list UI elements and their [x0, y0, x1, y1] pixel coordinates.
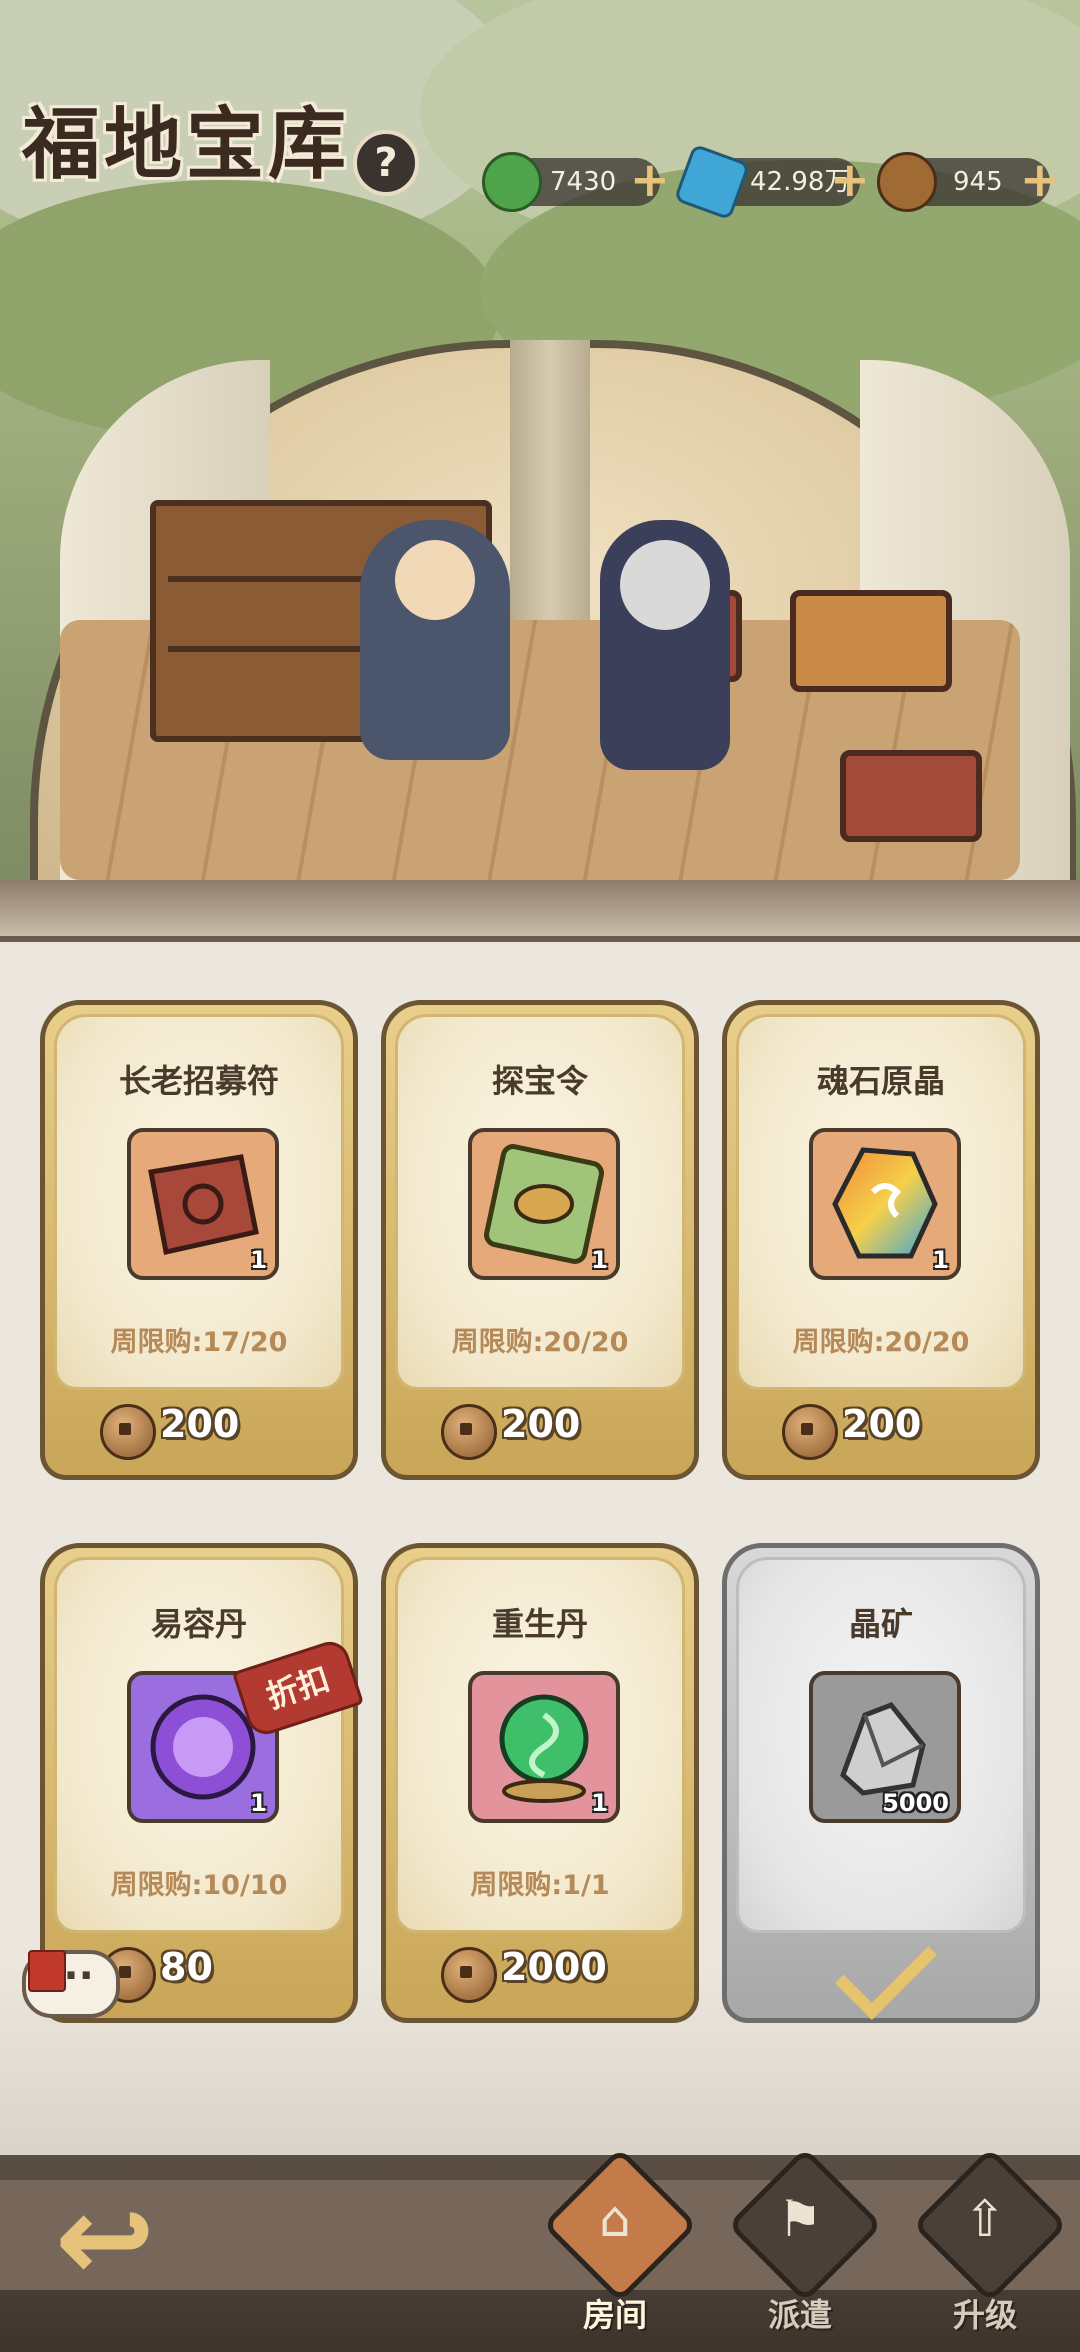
item-name: 易容丹: [150, 1605, 247, 1643]
add-crystal-button[interactable]: +: [830, 154, 870, 206]
item-quantity: 5000: [882, 1789, 949, 1817]
price-row: 200: [40, 1392, 358, 1462]
weekly-limit: 周限购:17/20: [110, 1327, 288, 1358]
stone-pillar: [510, 340, 590, 640]
item-name: 重生丹: [491, 1605, 588, 1643]
item-quantity: 1: [250, 1246, 267, 1274]
elder-face: [395, 540, 475, 620]
resource-value: 7430: [550, 167, 617, 197]
crystal-ore-icon: 5000: [809, 1671, 961, 1823]
tab-room[interactable]: ⌂ 房间: [540, 2147, 698, 2350]
page-title: 福地宝库: [22, 99, 351, 190]
shop-item-card[interactable]: 魂石原晶 1 周限购:20/20 200: [722, 1000, 1040, 1480]
resource-value: 945: [953, 167, 1003, 197]
copper-coin-icon: [782, 1404, 838, 1460]
treasure-chest: [790, 590, 952, 692]
price-row: 200: [381, 1392, 699, 1462]
item-price: 200: [842, 1402, 922, 1446]
tab-label: 派遣: [767, 2296, 832, 2334]
recruit-talisman-icon: 1: [127, 1128, 279, 1280]
shop-item-card[interactable]: 长老招募符 1 周限购:17/20 200: [40, 1000, 358, 1480]
tab-label: 房间: [582, 2296, 647, 2334]
flag-icon: ⚑: [777, 2190, 823, 2248]
jade-currency-icon: [482, 152, 542, 212]
price-row: 200: [722, 1392, 1040, 1462]
tab-dispatch[interactable]: ⚑ 派遣: [725, 2147, 883, 2350]
item-name: 魂石原晶: [816, 1062, 945, 1100]
copper-coin-icon: [441, 1947, 497, 2003]
copper-coin-icon: [441, 1404, 497, 1460]
tab-label: 升级: [952, 2296, 1017, 2334]
upgrade-icon: ⇧: [964, 2190, 1006, 2248]
resource-jade: 7430 +: [482, 152, 670, 212]
item-price: 200: [160, 1402, 240, 1446]
back-arrow-icon[interactable]: ↩: [30, 2180, 180, 2300]
add-coin-button[interactable]: +: [1020, 154, 1060, 206]
price-row: 2000: [381, 1935, 699, 2005]
item-name: 晶矿: [848, 1605, 913, 1643]
question-icon[interactable]: ?: [353, 130, 419, 196]
shop-item-card[interactable]: 探宝令 1 周限购:20/20 200: [381, 1000, 699, 1480]
panel-divider: [0, 880, 1080, 942]
disciple-hair: [620, 540, 710, 630]
red-envelope-icon[interactable]: [28, 1950, 66, 1992]
weekly-limit: 周限购:1/1: [470, 1870, 610, 1901]
shop-item-card-sold-out[interactable]: 晶矿 5000: [722, 1543, 1040, 2023]
treasure-token-icon: 1: [468, 1128, 620, 1280]
item-price: 200: [501, 1402, 581, 1446]
tab-upgrade[interactable]: ⇧ 升级: [910, 2147, 1068, 2350]
treasure-chest: [840, 750, 982, 842]
item-quantity: 1: [250, 1789, 267, 1817]
copper-coin-icon: [100, 1404, 156, 1460]
resource-crystal: 42.98万 +: [673, 143, 870, 221]
item-quantity: 1: [591, 1789, 608, 1817]
item-price: 80: [160, 1945, 213, 1989]
resource-coin: 945 +: [877, 152, 1060, 212]
weekly-limit: 周限购:20/20: [792, 1327, 970, 1358]
item-quantity: 1: [591, 1246, 608, 1274]
add-jade-button[interactable]: +: [630, 154, 670, 206]
item-name: 探宝令: [491, 1062, 588, 1100]
item-quantity: 1: [932, 1246, 949, 1274]
house-icon: ⌂: [599, 2190, 631, 2248]
item-name: 长老招募符: [118, 1062, 279, 1100]
soul-crystal-icon: 1: [809, 1128, 961, 1280]
shop-item-card[interactable]: 重生丹 1 周限购:1/1 2000: [381, 1543, 699, 2023]
rebirth-pill-icon: 1: [468, 1671, 620, 1823]
weekly-limit: 周限购:10/10: [110, 1870, 288, 1901]
copper-coin-icon: [877, 152, 937, 212]
weekly-limit: 周限购:20/20: [451, 1327, 629, 1358]
item-price: 2000: [501, 1945, 607, 1989]
